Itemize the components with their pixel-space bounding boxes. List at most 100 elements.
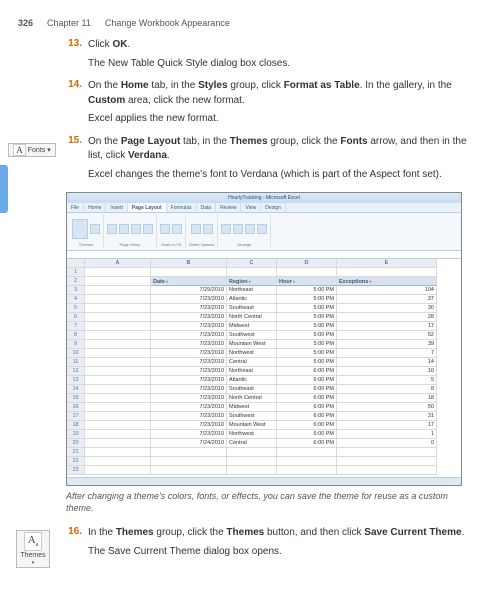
ribbon-tab: Data (197, 203, 217, 212)
table-cell: North Central (227, 394, 277, 403)
table-cell: 28 (337, 313, 437, 322)
table-cell: 5:00 PM (277, 295, 337, 304)
themes-label: Themes (20, 552, 45, 559)
table-cell: Atlantic (227, 376, 277, 385)
table-cell: 7/23/2010 (151, 322, 227, 331)
ribbon-group: Page Setup (104, 215, 157, 248)
table-header: Region (227, 277, 277, 286)
table-cell: 7/23/2010 (151, 430, 227, 439)
table-cell: 6:00 PM (277, 403, 337, 412)
table-cell: 5:00 PM (277, 313, 337, 322)
step-number: 16. (66, 526, 88, 563)
table-cell: 104 (337, 286, 437, 295)
table-cell: 39 (337, 340, 437, 349)
table-cell: 5:00 PM (277, 304, 337, 313)
column-header: E (337, 259, 437, 268)
ribbon-tab: Page Layout (128, 203, 167, 212)
table-cell: 7/23/2010 (151, 421, 227, 430)
table-cell: 5 (337, 376, 437, 385)
ribbon-group: Arrange (218, 215, 271, 248)
ribbon-tab: View (241, 203, 261, 212)
table-cell: 7/23/2010 (151, 376, 227, 385)
column-header: B (151, 259, 227, 268)
ribbon-group: Sheet Options (186, 215, 218, 248)
table-cell: 18 (337, 394, 437, 403)
table-cell: 1 (337, 430, 437, 439)
column-header: D (277, 259, 337, 268)
table-cell: Northeast (227, 367, 277, 376)
table-cell: 52 (337, 331, 437, 340)
table-cell: 6:00 PM (277, 367, 337, 376)
page-thumb-tab (0, 165, 8, 213)
ribbon-tab: Home (84, 203, 106, 212)
table-cell: 17 (337, 421, 437, 430)
table-cell: Central (227, 358, 277, 367)
table-cell: 31 (337, 412, 437, 421)
table-cell: 7/23/2010 (151, 295, 227, 304)
table-cell: 30 (337, 304, 437, 313)
table-cell: 7/23/2010 (151, 385, 227, 394)
column-header (67, 259, 85, 268)
table-cell: 8 (337, 385, 437, 394)
table-cell: 6:00 PM (277, 385, 337, 394)
table-cell: Northeast (227, 286, 277, 295)
table-cell: 37 (337, 295, 437, 304)
excel-screenshot: HourlyTracking - Microsoft Excel FileHom… (66, 192, 462, 486)
table-cell: 7/23/2010 (151, 331, 227, 340)
table-cell: 7/23/2010 (151, 313, 227, 322)
table-cell: 5:00 PM (277, 349, 337, 358)
table-cell: Southeast (227, 304, 277, 313)
table-cell: 7/23/2010 (151, 358, 227, 367)
chapter-label: Chapter 11 (47, 18, 91, 28)
table-cell: 7/23/2010 (151, 304, 227, 313)
table-cell: 7 (337, 349, 437, 358)
table-cell: 7/29/2010 (151, 286, 227, 295)
column-header: A (85, 259, 151, 268)
table-cell: 7/23/2010 (151, 412, 227, 421)
table-cell: 5:00 PM (277, 286, 337, 295)
column-header: C (227, 259, 277, 268)
table-cell: Midwest (227, 322, 277, 331)
table-cell: 5:00 PM (277, 340, 337, 349)
table-cell: Northwest (227, 430, 277, 439)
table-header: Hour (277, 277, 337, 286)
ribbon-tabs: FileHomeInsertPage LayoutFormulasDataRev… (67, 203, 461, 213)
step-15: 15. On the Page Layout tab, in the Theme… (66, 135, 472, 187)
step-number: 13. (66, 38, 88, 75)
table-cell: 10 (337, 367, 437, 376)
ribbon: ThemesPage SetupScale to FitSheet Option… (67, 213, 461, 251)
ribbon-tab: Insert (106, 203, 128, 212)
table-cell: 5:00 PM (277, 322, 337, 331)
themes-icon: Aa (24, 532, 43, 550)
table-cell: 6:00 PM (277, 439, 337, 448)
table-cell: North Central (227, 313, 277, 322)
table-cell: Mountain West (227, 340, 277, 349)
table-cell: Southeast (227, 385, 277, 394)
table-cell: 6:00 PM (277, 394, 337, 403)
ribbon-tab: Review (216, 203, 241, 212)
table-cell: 7/23/2010 (151, 349, 227, 358)
table-cell: 5:00 PM (277, 331, 337, 340)
table-cell: 17 (337, 322, 437, 331)
table-header: Exceptions (337, 277, 437, 286)
themes-button-callout: Aa Themes ▾ (16, 530, 50, 568)
dropdown-icon: ▾ (32, 560, 35, 566)
ribbon-tab: File (67, 203, 84, 212)
table-cell: Mountain West (227, 421, 277, 430)
step-13: 13. Click OK. The New Table Quick Style … (66, 38, 472, 75)
table-cell: 7/24/2010 (151, 439, 227, 448)
step-14: 14. On the Home tab, in the Styles group… (66, 79, 472, 131)
table-cell: 0 (337, 439, 437, 448)
step-16: 16. In the Themes group, click the Theme… (66, 526, 472, 563)
page-header: 326 Chapter 11 Change Workbook Appearanc… (18, 18, 472, 28)
table-cell: 6:00 PM (277, 430, 337, 439)
table-cell: 6:00 PM (277, 412, 337, 421)
table-cell: Southwest (227, 412, 277, 421)
figure-caption: After changing a theme's colors, fonts, … (66, 490, 472, 514)
formula-bar (67, 251, 461, 259)
table-cell: 6:00 PM (277, 421, 337, 430)
table-cell: Atlantic (227, 295, 277, 304)
table-cell: Central (227, 439, 277, 448)
status-bar (67, 477, 461, 485)
table-cell: Southwest (227, 331, 277, 340)
